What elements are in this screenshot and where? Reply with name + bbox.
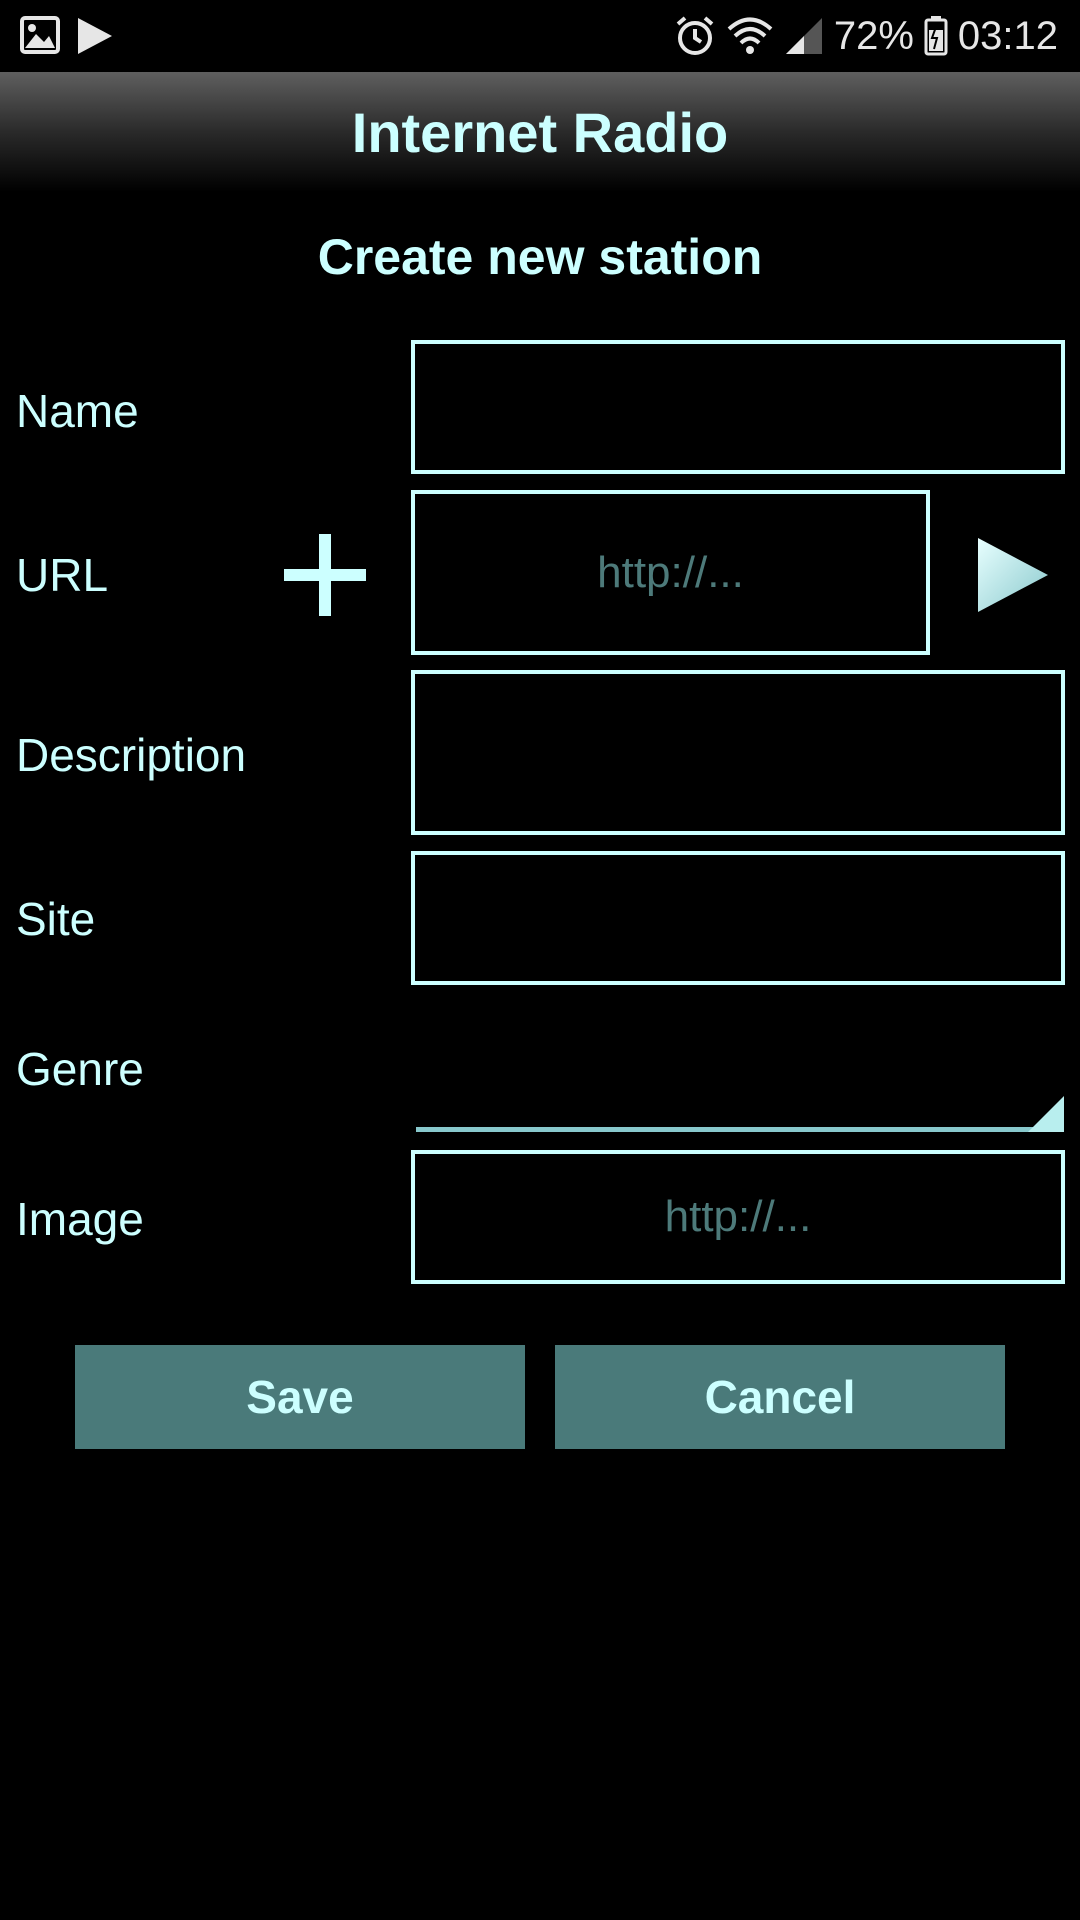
play-icon xyxy=(978,538,1048,612)
gallery-icon xyxy=(20,16,60,59)
description-input[interactable] xyxy=(411,670,1065,835)
signal-icon xyxy=(784,16,824,56)
battery-percent: 72% xyxy=(833,13,914,58)
site-input[interactable] xyxy=(411,851,1065,985)
dropdown-triangle-icon xyxy=(1028,1096,1064,1132)
url-label: URL xyxy=(16,549,109,601)
spinner-underline xyxy=(416,1127,1036,1132)
plus-icon xyxy=(284,534,366,616)
add-url-button[interactable] xyxy=(282,532,368,618)
genre-spinner[interactable] xyxy=(416,1096,1064,1134)
app-bar: Internet Radio xyxy=(0,72,1080,192)
genre-label: Genre xyxy=(16,1043,144,1095)
save-button[interactable]: Save xyxy=(75,1345,525,1449)
app-title: Internet Radio xyxy=(351,100,729,164)
form-title: Create new station xyxy=(317,229,763,285)
battery-icon xyxy=(924,16,948,56)
status-bar: 72% 03:12 xyxy=(0,0,1080,72)
clock: 03:12 xyxy=(957,13,1058,58)
alarm-icon xyxy=(674,15,716,57)
name-label: Name xyxy=(16,385,139,437)
wifi-icon xyxy=(726,16,774,56)
play-url-button[interactable] xyxy=(974,536,1052,614)
play-store-icon xyxy=(74,16,114,61)
name-input[interactable] xyxy=(411,340,1065,474)
description-label: Description xyxy=(16,729,247,781)
site-label: Site xyxy=(16,893,96,945)
image-input-placeholder: http://... xyxy=(664,1192,812,1241)
image-input[interactable]: http://... xyxy=(411,1150,1065,1284)
url-input[interactable]: http://... xyxy=(411,490,930,655)
cancel-button[interactable]: Cancel xyxy=(555,1345,1005,1449)
image-label: Image xyxy=(16,1193,144,1245)
url-input-placeholder: http://... xyxy=(597,547,744,597)
